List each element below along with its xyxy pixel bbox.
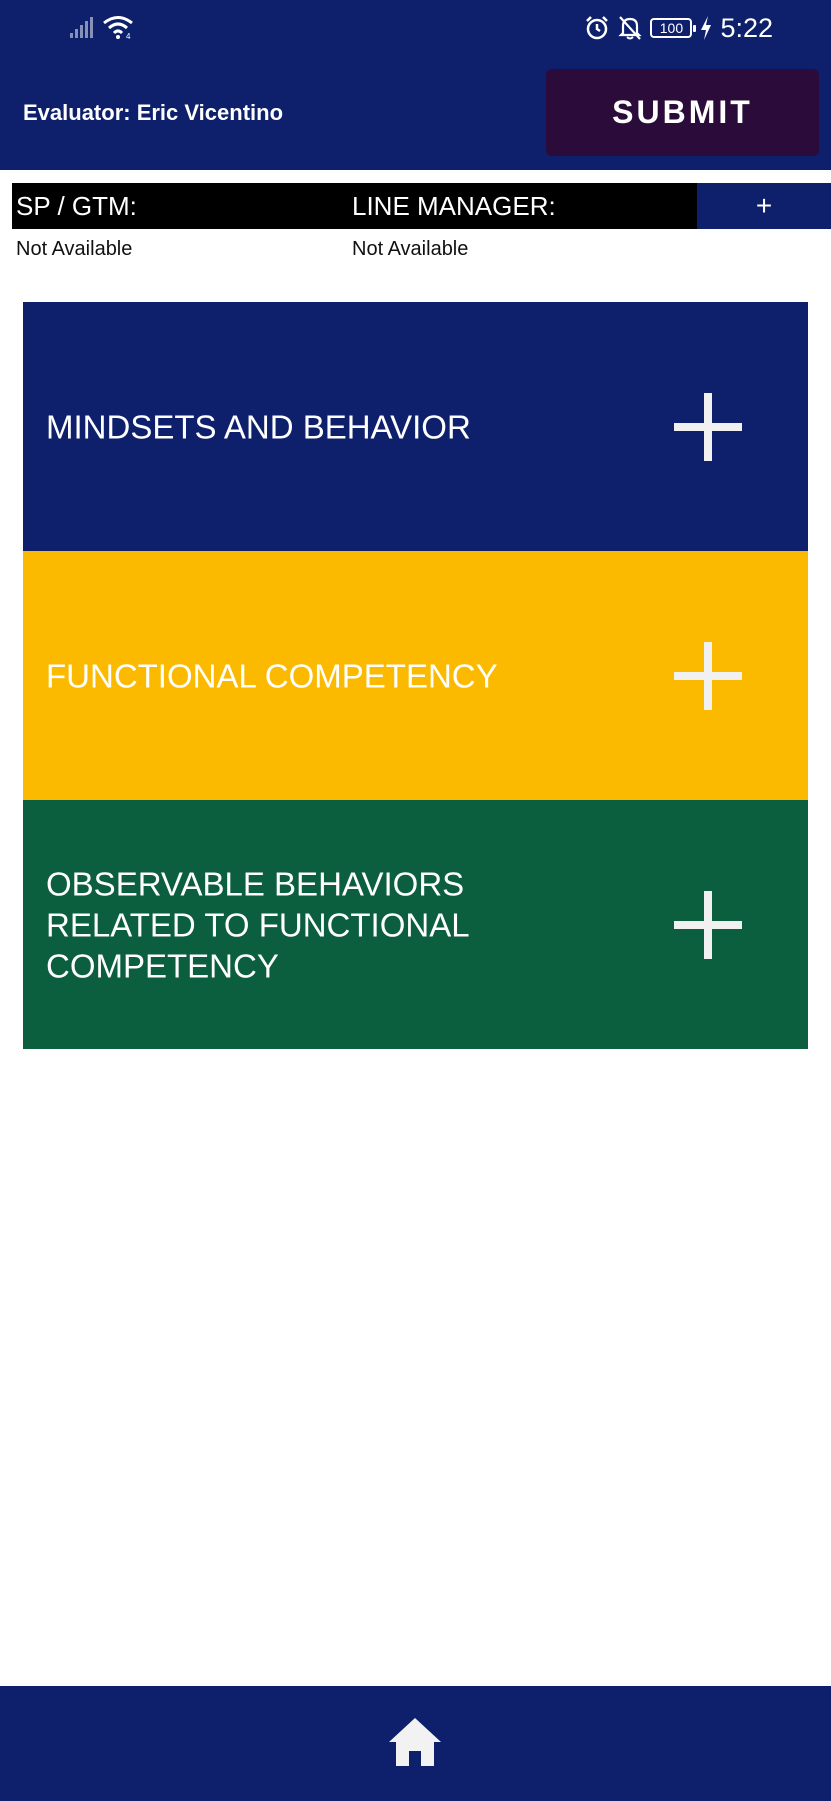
expand-plus-icon[interactable] xyxy=(674,890,742,959)
status-right: 100 5:22 xyxy=(584,12,773,44)
section-mindsets-and-behavior[interactable]: MINDSETS AND BEHAVIOR xyxy=(23,302,808,551)
sp-gtm-value: Not Available xyxy=(16,238,133,260)
status-left: 4 xyxy=(70,14,136,40)
charging-icon xyxy=(701,16,712,40)
home-icon[interactable] xyxy=(387,1716,443,1768)
signal-icon xyxy=(70,17,93,38)
battery-icon: 100 xyxy=(650,18,697,38)
top-bar: 4 100 5:22 Evaluator: Eric Vicentino SUB… xyxy=(0,0,831,170)
info-header-row: SP / GTM: LINE MANAGER: + xyxy=(12,183,831,229)
alarm-icon xyxy=(586,16,609,40)
status-bar: 4 100 5:22 xyxy=(0,0,831,56)
app-screen: 4 100 5:22 Evaluator: Eric Vicentino SUB… xyxy=(0,0,831,1801)
svg-text:4: 4 xyxy=(126,32,131,40)
sp-gtm-label: SP / GTM: xyxy=(16,191,137,221)
add-button[interactable]: + xyxy=(697,183,831,229)
wifi-icon: 4 xyxy=(103,16,133,40)
section-title: OBSERVABLE BEHAVIORS RELATED TO FUNCTION… xyxy=(46,865,469,984)
section-functional-competency[interactable]: FUNCTIONAL COMPETENCY xyxy=(23,551,808,800)
section-title: FUNCTIONAL COMPETENCY xyxy=(46,657,498,694)
bottom-nav xyxy=(0,1686,831,1801)
expand-plus-icon[interactable] xyxy=(674,392,742,461)
submit-button[interactable]: SUBMIT xyxy=(546,69,819,156)
status-time: 5:22 xyxy=(720,13,773,43)
battery-level: 100 xyxy=(659,20,684,36)
expand-plus-icon[interactable] xyxy=(674,641,742,710)
section-title: MINDSETS AND BEHAVIOR xyxy=(46,408,471,445)
bell-off-icon xyxy=(618,16,643,40)
line-manager-value: Not Available xyxy=(352,238,469,260)
section-observable-behaviors[interactable]: OBSERVABLE BEHAVIORS RELATED TO FUNCTION… xyxy=(23,800,808,1049)
evaluator-name: Evaluator: Eric Vicentino xyxy=(23,100,284,125)
line-manager-label: LINE MANAGER: xyxy=(352,191,556,221)
